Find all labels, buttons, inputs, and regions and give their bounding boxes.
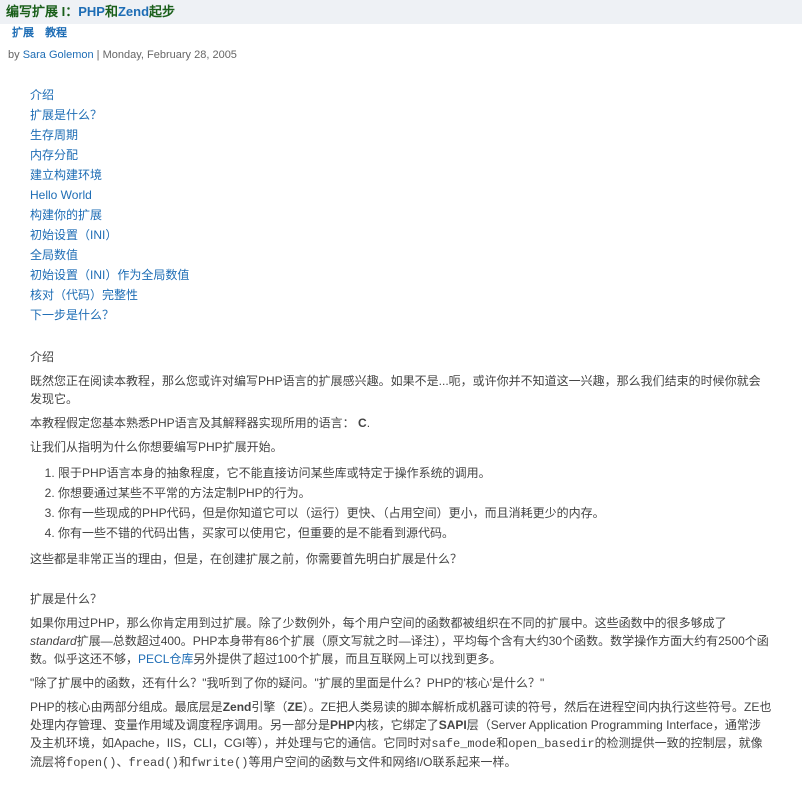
toc-item[interactable]: 初始设置（INI）	[30, 226, 772, 244]
toc-item[interactable]: Hello World	[30, 186, 772, 204]
sublink-tutorial[interactable]: 教程	[45, 27, 67, 39]
title-prefix: 编写扩展 I：	[6, 4, 78, 19]
w3d: ZE	[287, 700, 302, 714]
toc-item[interactable]: 内存分配	[30, 146, 772, 164]
intro-p2: 本教程假定您基本熟悉PHP语言及其解释器实现所用的语言： C.	[30, 414, 772, 432]
toc-item[interactable]: 下一步是什么？	[30, 306, 772, 324]
intro-p2-c: C	[358, 416, 367, 430]
w3r: fwrite()	[191, 756, 249, 770]
w3a: PHP的核心由两部分组成。最底层是	[30, 700, 223, 714]
byline: by Sara Golemon | Monday, February 28, 2…	[0, 44, 802, 72]
intro-p2-dot: .	[367, 416, 370, 430]
byline-date: Monday, February 28, 2005	[103, 49, 237, 61]
list-item: 你有一些不错的代码出售，买家可以使用它，但重要的是不能看到源代码。	[58, 524, 772, 542]
whatis-p1b: standard	[30, 634, 77, 648]
intro-list: 限于PHP语言本身的抽象程度，它不能直接访问某些库或特定于操作系统的调用。 你想…	[30, 464, 772, 542]
intro-p1: 既然您正在阅读本教程，那么您或许对编写PHP语言的扩展感兴趣。如果不是...呃，…	[30, 372, 772, 408]
sublink-extension[interactable]: 扩展	[12, 27, 34, 39]
toc: 介绍 扩展是什么？ 生存周期 内存分配 建立构建环境 Hello World 构…	[30, 86, 772, 324]
w3g: 内核，它绑定了	[355, 718, 439, 732]
list-item: 你有一些现成的PHP代码，但是你知道它可以（运行）更快、（占用空间）更小，而且消…	[58, 504, 772, 522]
author-link[interactable]: Sara Golemon	[23, 49, 94, 61]
w3s: 等用户空间的函数与文件和网络I/O联系起来一样。	[249, 755, 517, 769]
w3j: safe_mode	[431, 737, 496, 751]
by-label: by	[8, 49, 23, 61]
section-whatis-label: 扩展是什么？	[30, 590, 772, 608]
whatis-p1a: 如果你用过PHP，那么你肯定用到过扩展。除了少数例外，每个用户空间的函数都被组织…	[30, 616, 727, 630]
toc-item[interactable]: 扩展是什么？	[30, 106, 772, 124]
section-intro-label: 介绍	[30, 348, 772, 366]
intro-p2a: 本教程假定您基本熟悉PHP语言及其解释器实现所用的语言：	[30, 416, 355, 430]
toc-item[interactable]: 生存周期	[30, 126, 772, 144]
toc-item[interactable]: 全局数值	[30, 246, 772, 264]
list-item: 限于PHP语言本身的抽象程度，它不能直接访问某些库或特定于操作系统的调用。	[58, 464, 772, 482]
w3f: PHP	[330, 718, 355, 732]
whatis-p1: 如果你用过PHP，那么你肯定用到过扩展。除了少数例外，每个用户空间的函数都被组织…	[30, 614, 772, 668]
w3p: fread()	[128, 756, 178, 770]
whatis-p3: PHP的核心由两部分组成。最底层是Zend引擎（ZE）。ZE把人类易读的脚本解析…	[30, 698, 772, 772]
sub-links: 扩展 教程	[0, 24, 802, 45]
w3c: 引擎（	[251, 700, 287, 714]
w3k: 和	[496, 736, 508, 750]
intro-p3: 让我们从指明为什么你想要编写PHP扩展开始。	[30, 438, 772, 456]
byline-sep: |	[94, 49, 103, 61]
w3o: 、	[116, 755, 128, 769]
w3b: Zend	[223, 700, 252, 714]
title-php: PHP	[78, 4, 105, 19]
toc-item[interactable]: 建立构建环境	[30, 166, 772, 184]
list-item: 你想要通过某些不平常的方法定制PHP的行为。	[58, 484, 772, 502]
whatis-p2: "除了扩展中的函数，还有什么？"我听到了你的疑问。"扩展的里面是什么？PHP的'…	[30, 674, 772, 692]
w3n: fopen()	[66, 756, 116, 770]
intro-p4: 这些都是非常正当的理由，但是，在创建扩展之前，你需要首先明白扩展是什么？	[30, 550, 772, 568]
w3h: SAPI	[439, 718, 467, 732]
toc-item[interactable]: 初始设置（INI）作为全局数值	[30, 266, 772, 284]
toc-item[interactable]: 构建你的扩展	[30, 206, 772, 224]
w3l: open_basedir	[508, 737, 594, 751]
page-title: 编写扩展 I：PHP和Zend起步	[0, 0, 802, 24]
toc-item[interactable]: 核对（代码）完整性	[30, 286, 772, 304]
title-suffix: 起步	[149, 4, 175, 19]
title-and: 和	[105, 4, 118, 19]
pecl-link[interactable]: PECL仓库	[138, 652, 193, 666]
whatis-p1e: 另外提供了超过100个扩展，而且互联网上可以找到更多。	[193, 652, 501, 666]
toc-item[interactable]: 介绍	[30, 86, 772, 104]
title-zend: Zend	[118, 4, 149, 19]
w3q: 和	[179, 755, 191, 769]
